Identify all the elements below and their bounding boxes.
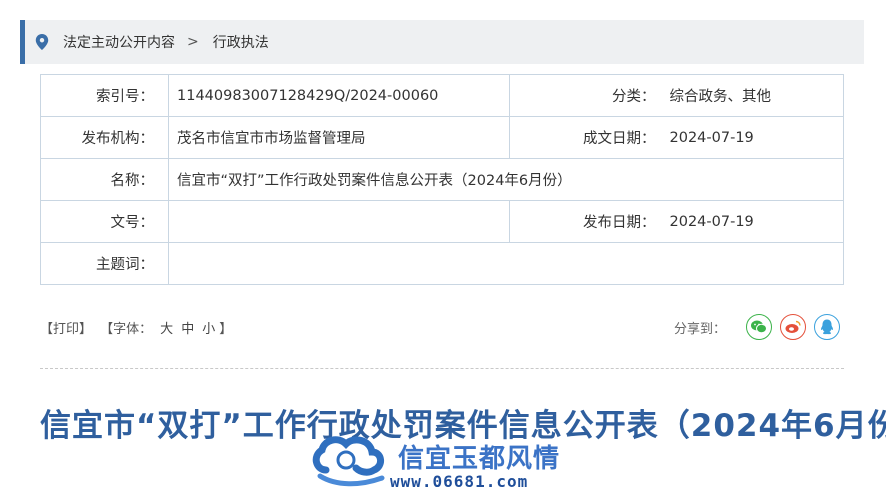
watermark-name: 信宜玉都风情: [398, 444, 561, 474]
breadcrumb-link-root[interactable]: 法定主动公开内容: [63, 32, 175, 52]
qq-icon: [821, 319, 833, 335]
table-row: 发布机构： 茂名市信宜市市场监督管理局 成文日期： 2024-07-19: [40, 116, 844, 159]
table-row: 主题词：: [40, 242, 844, 285]
published-date-value: 2024-07-19: [669, 200, 844, 243]
location-pin-icon: [35, 34, 49, 50]
publisher-label: 发布机构：: [40, 116, 169, 159]
name-label: 名称：: [40, 158, 169, 201]
table-row: 索引号： 11440983007128429Q/2024-00060 分类： 综…: [40, 74, 844, 117]
subject-value: [168, 242, 844, 285]
category-value: 综合政务、其他: [669, 74, 844, 117]
font-small-button[interactable]: 小: [202, 322, 215, 337]
breadcrumb-current[interactable]: 行政执法: [213, 32, 269, 52]
document-metadata-table: 索引号： 11440983007128429Q/2024-00060 分类： 综…: [40, 74, 844, 285]
wechat-icon: [751, 320, 768, 334]
cloud-logo-icon: [312, 436, 385, 487]
section-divider: [40, 368, 844, 369]
font-size-label: 【字体：: [100, 322, 153, 337]
wechat-share-button[interactable]: [746, 314, 773, 340]
font-large-button[interactable]: 大: [160, 322, 173, 337]
created-date-label: 成文日期：: [509, 116, 670, 159]
publisher-value: 茂名市信宜市市场监督管理局: [168, 116, 510, 159]
weibo-icon: [785, 320, 801, 333]
weibo-share-button[interactable]: [780, 314, 807, 340]
table-row: 名称： 信宜市“双打”工作行政处罚案件信息公开表（2024年6月份）: [40, 158, 844, 201]
doc-number-label: 文号：: [40, 200, 169, 243]
name-value: 信宜市“双打”工作行政处罚案件信息公开表（2024年6月份）: [168, 158, 844, 201]
category-label: 分类：: [509, 74, 670, 117]
print-button[interactable]: 【打印】: [40, 322, 92, 337]
share-label: 分享到：: [674, 321, 727, 337]
site-watermark: 信宜玉都风情 www.06681.com: [306, 430, 586, 496]
index-value: 11440983007128429Q/2024-00060: [168, 74, 510, 117]
qq-share-button[interactable]: [814, 314, 841, 340]
doc-number-value: [168, 200, 510, 243]
chevron-right-icon: >: [187, 34, 199, 50]
page-tools: 【打印】 【字体： 大中小】: [40, 318, 236, 337]
share-bar: 分享到：: [674, 314, 841, 340]
breadcrumb: 法定主动公开内容 > 行政执法: [20, 20, 864, 64]
font-size-close: 】: [219, 322, 233, 337]
font-medium-button[interactable]: 中: [181, 322, 194, 337]
index-label: 索引号：: [40, 74, 169, 117]
subject-label: 主题词：: [40, 242, 169, 285]
watermark-url: www.06681.com: [390, 472, 529, 491]
published-date-label: 发布日期：: [509, 200, 670, 243]
table-row: 文号： 发布日期： 2024-07-19: [40, 200, 844, 243]
created-date-value: 2024-07-19: [669, 116, 844, 159]
